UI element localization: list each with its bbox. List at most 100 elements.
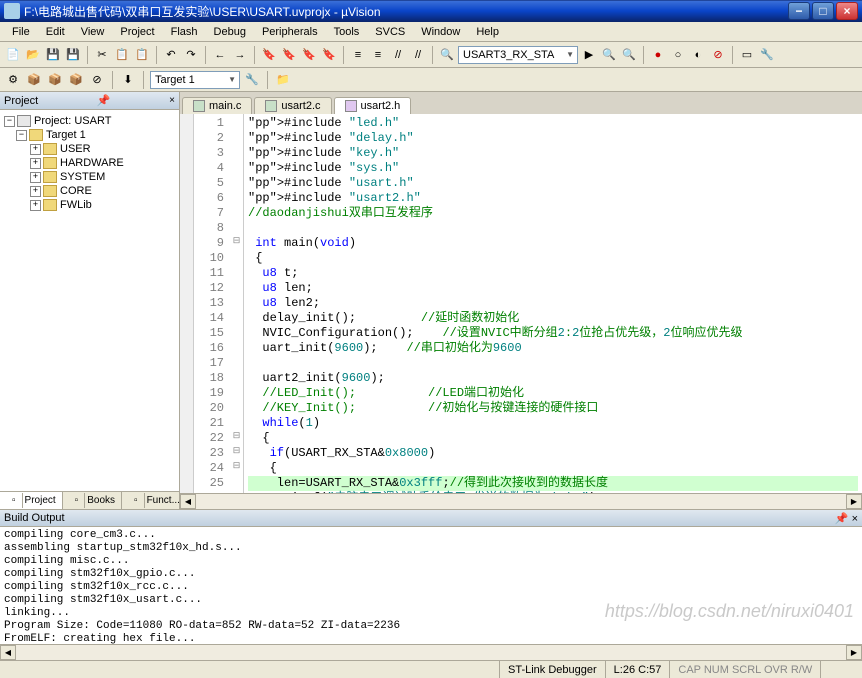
rebuild-icon[interactable]: 📦	[46, 71, 64, 89]
redo-icon[interactable]: ↷	[182, 46, 200, 64]
build-icon[interactable]: 📦	[25, 71, 43, 89]
bookmark-icon[interactable]: 🔖	[260, 46, 278, 64]
copy-icon[interactable]: 📋	[113, 46, 131, 64]
paste-icon[interactable]: 📋	[133, 46, 151, 64]
expand-icon[interactable]: +	[30, 186, 41, 197]
save-icon[interactable]: 💾	[44, 46, 62, 64]
scroll-right-icon[interactable]: ▶	[846, 494, 862, 509]
find-next-icon[interactable]: ▶	[580, 46, 598, 64]
pin-icon[interactable]: 📌	[97, 94, 111, 107]
download-icon[interactable]: ⬇	[119, 71, 137, 89]
pin-icon[interactable]: 📌	[835, 513, 849, 525]
menu-window[interactable]: Window	[413, 24, 468, 40]
status-cursor-pos: L:26 C:57	[606, 661, 671, 678]
panel-close-icon[interactable]: ×	[852, 513, 858, 525]
menu-tools[interactable]: Tools	[326, 24, 368, 40]
new-icon[interactable]: 📄	[4, 46, 22, 64]
nav-back-icon[interactable]: ←	[211, 46, 229, 64]
comment-icon[interactable]: //	[389, 46, 407, 64]
expand-icon[interactable]: +	[30, 172, 41, 183]
minimize-button[interactable]: −	[788, 2, 810, 20]
menu-peripherals[interactable]: Peripherals	[254, 24, 326, 40]
bookmark-prev-icon[interactable]: 🔖	[280, 46, 298, 64]
kill-bp-icon[interactable]: ⊘	[709, 46, 727, 64]
scroll-right-icon[interactable]: ▶	[846, 645, 862, 660]
uncomment-icon[interactable]: //	[409, 46, 427, 64]
menu-svcs[interactable]: SVCS	[367, 24, 413, 40]
scroll-left-icon[interactable]: ◀	[0, 645, 16, 660]
indent-icon[interactable]: ≡	[349, 46, 367, 64]
batch-build-icon[interactable]: 📦	[67, 71, 85, 89]
find-icon[interactable]: 🔍	[438, 46, 456, 64]
breakpoint-icon[interactable]: ○	[669, 46, 687, 64]
file-tabs: main.cusart2.cusart2.h	[180, 92, 862, 114]
menu-flash[interactable]: Flash	[163, 24, 206, 40]
scroll-track[interactable]	[16, 645, 846, 660]
cut-icon[interactable]: ✂	[93, 46, 111, 64]
project-tree[interactable]: − Project: USART − Target 1 +USER+HARDWA…	[0, 110, 179, 491]
close-button[interactable]: ×	[836, 2, 858, 20]
tree-group[interactable]: +HARDWARE	[4, 156, 175, 170]
symbol-combo[interactable]: USART3_RX_STA	[458, 46, 578, 64]
expand-icon[interactable]: +	[30, 158, 41, 169]
save-all-icon[interactable]: 💾	[64, 46, 82, 64]
expand-icon[interactable]: +	[30, 144, 41, 155]
app-icon	[4, 3, 20, 19]
outdent-icon[interactable]: ≡	[369, 46, 387, 64]
incremental-icon[interactable]: 🔍	[600, 46, 618, 64]
code-editor[interactable]: 1234567891011121314151617181920212223242…	[180, 114, 862, 493]
status-message	[0, 661, 500, 678]
file-tab[interactable]: usart2.c	[254, 97, 331, 114]
tree-group[interactable]: +USER	[4, 142, 175, 156]
file-tab[interactable]: main.c	[182, 97, 252, 114]
bookmark-next-icon[interactable]: 🔖	[300, 46, 318, 64]
menu-file[interactable]: File	[4, 24, 38, 40]
manage-icon[interactable]: 📁	[274, 71, 292, 89]
tree-target[interactable]: − Target 1	[4, 128, 175, 142]
panel-close-icon[interactable]: ×	[169, 95, 175, 106]
file-tab[interactable]: usart2.h	[334, 97, 412, 114]
translate-icon[interactable]: ⚙	[4, 71, 22, 89]
tree-label: Project: USART	[34, 115, 111, 127]
menu-view[interactable]: View	[73, 24, 113, 40]
menu-edit[interactable]: Edit	[38, 24, 73, 40]
target-combo[interactable]: Target 1	[150, 71, 240, 89]
build-scrollbar[interactable]: ◀ ▶	[0, 644, 862, 660]
disable-bp-icon[interactable]: ◐	[689, 46, 707, 64]
expand-icon[interactable]: +	[30, 200, 41, 211]
collapse-icon[interactable]: −	[16, 130, 27, 141]
stop-build-icon[interactable]: ⊘	[88, 71, 106, 89]
scroll-track[interactable]	[196, 494, 846, 509]
status-keys: CAP NUM SCRL OVR R/W	[670, 661, 821, 678]
target-options-icon[interactable]: 🔧	[243, 71, 261, 89]
scroll-left-icon[interactable]: ◀	[180, 494, 196, 509]
panel-tab[interactable]: ▫Project	[0, 492, 63, 509]
menu-help[interactable]: Help	[468, 24, 507, 40]
tree-group[interactable]: +FWLib	[4, 198, 175, 212]
maximize-button[interactable]: □	[812, 2, 834, 20]
debug-icon[interactable]: ●	[649, 46, 667, 64]
tree-root[interactable]: − Project: USART	[4, 114, 175, 128]
menu-project[interactable]: Project	[112, 24, 162, 40]
tree-group[interactable]: +SYSTEM	[4, 170, 175, 184]
open-icon[interactable]: 📂	[24, 46, 42, 64]
marker-gutter	[180, 114, 194, 493]
code-area[interactable]: "pp">#include "led.h" "pp">#include "del…	[244, 114, 862, 493]
build-output[interactable]: compiling core_cm3.c... assembling start…	[0, 527, 862, 644]
panel-tab[interactable]: ▫Funct...	[122, 492, 187, 509]
nav-fwd-icon[interactable]: →	[231, 46, 249, 64]
find-in-files-icon[interactable]: 🔍	[620, 46, 638, 64]
title-bar: F:\电路城出售代码\双串口互发实验\USER\USART.uvprojx - …	[0, 0, 862, 22]
horizontal-scrollbar[interactable]: ◀ ▶	[180, 493, 862, 509]
undo-icon[interactable]: ↶	[162, 46, 180, 64]
window-icon[interactable]: ▭	[738, 46, 756, 64]
panel-tab[interactable]: ▫Books	[63, 492, 122, 509]
tree-group[interactable]: + CORE	[4, 184, 175, 198]
config-icon[interactable]: 🔧	[758, 46, 776, 64]
tree-label: CORE	[60, 185, 92, 197]
bookmark-clear-icon[interactable]: 🔖	[320, 46, 338, 64]
menu-debug[interactable]: Debug	[206, 24, 254, 40]
build-toolbar: ⚙ 📦 📦 📦 ⊘ ⬇ Target 1 🔧 📁	[0, 68, 862, 92]
collapse-icon[interactable]: −	[4, 116, 15, 127]
folder-icon	[43, 185, 57, 197]
